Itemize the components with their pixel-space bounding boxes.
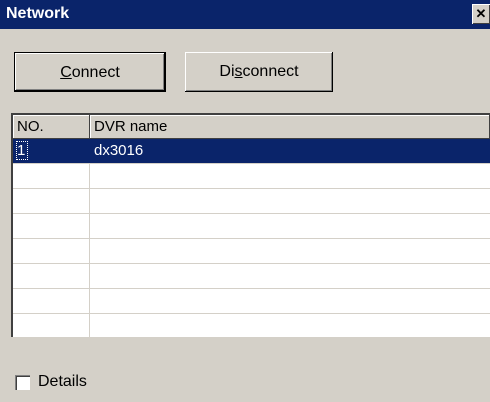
disconnect-button[interactable]: Disconnect xyxy=(185,52,333,92)
list-row[interactable] xyxy=(13,164,490,189)
row-name xyxy=(90,214,490,238)
list-row[interactable] xyxy=(13,264,490,289)
row-no xyxy=(13,264,90,288)
list-row[interactable]: 1 dx3016 xyxy=(13,139,490,164)
list-row[interactable] xyxy=(13,214,490,239)
row-name xyxy=(90,164,490,188)
disconnect-label-suffix: connect xyxy=(242,63,299,80)
details-checkbox[interactable] xyxy=(15,374,30,390)
row-no xyxy=(13,314,90,337)
list-row[interactable] xyxy=(13,314,490,337)
list-header: NO. DVR name xyxy=(13,115,490,139)
connect-label-mnemonic: C xyxy=(60,64,72,81)
column-header-no[interactable]: NO. xyxy=(13,115,90,139)
details-label: Details xyxy=(38,373,87,390)
row-no xyxy=(13,189,90,213)
close-icon[interactable]: ✕ xyxy=(472,4,490,24)
title-bar: Network ✕ xyxy=(0,0,490,29)
row-name xyxy=(90,289,490,313)
row-no xyxy=(13,214,90,238)
row-no: 1 xyxy=(15,141,29,160)
row-name: dx3016 xyxy=(94,142,144,159)
disconnect-label-prefix: Di xyxy=(219,63,235,80)
list-row[interactable] xyxy=(13,289,490,314)
column-header-dvr-name[interactable]: DVR name xyxy=(90,115,490,139)
row-no-cell: 1 xyxy=(13,139,90,163)
disconnect-label-mnemonic: s xyxy=(234,63,243,80)
row-no xyxy=(13,289,90,313)
row-no xyxy=(13,239,90,263)
connect-button[interactable]: Connect xyxy=(14,52,166,92)
list-rows: 1 dx3016 xyxy=(13,139,490,337)
row-no xyxy=(13,164,90,188)
details-option[interactable]: Details xyxy=(15,372,87,392)
row-name xyxy=(90,314,490,337)
row-name xyxy=(90,264,490,288)
list-row[interactable] xyxy=(13,189,490,214)
window-title: Network xyxy=(6,5,70,22)
row-name xyxy=(90,239,490,263)
connect-label-suffix: onnect xyxy=(71,64,120,81)
dvr-list[interactable]: NO. DVR name 1 dx3016 xyxy=(11,113,490,337)
list-row[interactable] xyxy=(13,239,490,264)
row-name xyxy=(90,189,490,213)
